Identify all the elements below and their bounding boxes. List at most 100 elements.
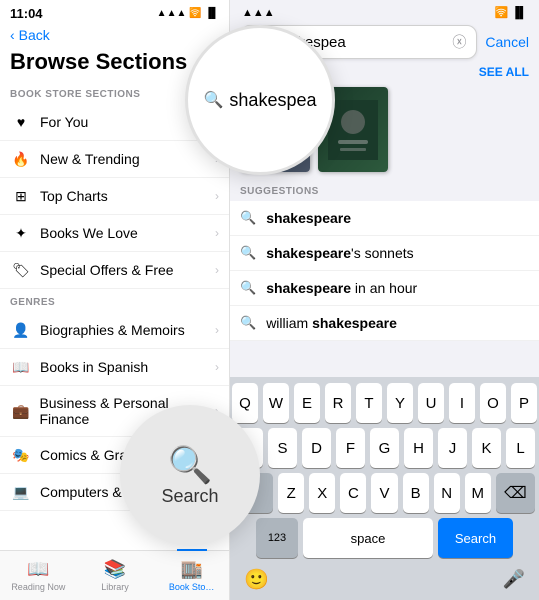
back-label: Back	[19, 27, 50, 43]
menu-item-books-we-love[interactable]: ✦ Books We Love ›	[0, 215, 229, 252]
key-z[interactable]: Z	[278, 473, 304, 513]
library-icon: 📚	[104, 559, 126, 580]
menu-item-top-charts[interactable]: ⊞ Top Charts ›	[0, 178, 229, 215]
chevron-left-icon: ‹	[10, 27, 15, 43]
key-y[interactable]: Y	[387, 383, 413, 423]
chevron-right-icon: ›	[215, 360, 219, 374]
signal-right-icon: ▲▲▲	[242, 7, 275, 19]
tab-library[interactable]: 📚 Library	[77, 559, 154, 592]
suggestion-text-4: william shakespeare	[266, 315, 397, 331]
tab-bar: 📖 Reading Now 📚 Library 🏬 Book Sto…	[0, 550, 230, 600]
book-icon: 📖	[12, 358, 30, 376]
key-i[interactable]: I	[449, 383, 475, 423]
search-circle[interactable]: 🔍 Search	[120, 405, 260, 545]
key-f[interactable]: F	[336, 428, 365, 468]
menu-item-biographies[interactable]: 👤 Biographies & Memoirs ›	[0, 312, 229, 349]
person-icon: 👤	[12, 321, 30, 339]
clear-button[interactable]: ⓧ	[452, 32, 466, 52]
fire-icon: 🔥	[12, 150, 30, 168]
key-g[interactable]: G	[370, 428, 399, 468]
chevron-right-icon: ›	[215, 323, 219, 337]
key-u[interactable]: U	[418, 383, 444, 423]
emoji-button[interactable]: 🙂	[244, 567, 269, 592]
battery-icon: ▐▌	[205, 8, 219, 19]
keyboard-row-2: A S D F G H J K L	[234, 428, 535, 468]
menu-item-special-offers[interactable]: 🏷 Special Offers & Free ›	[0, 252, 229, 289]
keyboard: Q W E R T Y U I O P A S D F G H J K L ⇧ …	[230, 377, 539, 600]
keyboard-row-4: 123 space Search	[234, 518, 535, 558]
key-k[interactable]: K	[472, 428, 501, 468]
key-n[interactable]: N	[434, 473, 460, 513]
status-time: 11:04	[10, 6, 43, 21]
suggestion-text-1: shakespeare	[266, 210, 351, 226]
key-b[interactable]: B	[403, 473, 429, 513]
key-t[interactable]: T	[356, 383, 382, 423]
cancel-button[interactable]: Cancel	[485, 34, 529, 50]
heart-icon: ♥	[12, 113, 30, 131]
computer-icon: 💻	[12, 483, 30, 501]
search-suggestion-icon: 🔍	[240, 280, 256, 296]
keyboard-bottom-bar: 🙂 🎤	[234, 563, 535, 596]
key-e[interactable]: E	[294, 383, 320, 423]
see-all-button[interactable]: SEE ALL	[479, 65, 529, 79]
suggestion-item-2[interactable]: 🔍 shakespeare's sonnets	[230, 236, 539, 271]
circle-search-label: Search	[161, 486, 218, 507]
menu-label-special-offers: Special Offers & Free	[40, 262, 174, 278]
key-j[interactable]: J	[438, 428, 467, 468]
key-w[interactable]: W	[263, 383, 289, 423]
magnifier-text: shakespea	[229, 90, 316, 111]
key-p[interactable]: P	[511, 383, 537, 423]
search-suggestion-icon: 🔍	[240, 245, 256, 261]
wifi-right-icon: 🛜	[495, 6, 509, 19]
tab-reading-now-label: Reading Now	[11, 582, 65, 592]
suggestion-text-3: shakespeare in an hour	[266, 280, 417, 296]
key-s[interactable]: S	[268, 428, 297, 468]
wifi-icon: 🛜	[189, 8, 201, 19]
signal-icon: ▲▲▲	[157, 8, 187, 19]
search-suggestion-icon: 🔍	[240, 210, 256, 226]
genres-header: GENRES	[0, 289, 229, 312]
menu-item-books-spanish[interactable]: 📖 Books in Spanish ›	[0, 349, 229, 386]
menu-label-for-you: For You	[40, 114, 88, 130]
chart-icon: ⊞	[12, 187, 30, 205]
briefcase-icon: 💼	[12, 402, 29, 420]
keyboard-row-1: Q W E R T Y U I O P	[234, 383, 535, 423]
magnifier-circle: 🔍 shakespea	[185, 25, 335, 175]
chevron-right-icon: ›	[215, 263, 219, 277]
delete-key[interactable]: ⌫	[496, 473, 535, 513]
key-o[interactable]: O	[480, 383, 506, 423]
suggestion-text-2: shakespeare's sonnets	[266, 245, 413, 261]
status-icons: ▲▲▲ 🛜 ▐▌	[157, 8, 219, 19]
tab-reading-now[interactable]: 📖 Reading Now	[0, 559, 77, 592]
space-key[interactable]: space	[303, 518, 433, 558]
menu-label-biographies: Biographies & Memoirs	[40, 322, 185, 338]
menu-item-new-trending[interactable]: 🔥 New & Trending ›	[0, 141, 229, 178]
key-h[interactable]: H	[404, 428, 433, 468]
key-x[interactable]: X	[309, 473, 335, 513]
suggestion-item-4[interactable]: 🔍 william shakespeare	[230, 306, 539, 341]
suggestion-item-3[interactable]: 🔍 shakespeare in an hour	[230, 271, 539, 306]
key-r[interactable]: R	[325, 383, 351, 423]
chevron-right-icon: ›	[215, 226, 219, 240]
back-button[interactable]: ‹ Back	[0, 23, 229, 47]
tab-book-store[interactable]: 🏬 Book Sto…	[153, 559, 230, 592]
tag-icon: 🏷	[12, 261, 30, 279]
masks-icon: 🎭	[12, 446, 30, 464]
num-key[interactable]: 123	[256, 518, 298, 558]
search-suggestion-icon: 🔍	[240, 315, 256, 331]
microphone-button[interactable]: 🎤	[503, 569, 525, 590]
key-v[interactable]: V	[371, 473, 397, 513]
circle-search-icon: 🔍	[168, 444, 213, 486]
key-d[interactable]: D	[302, 428, 331, 468]
suggestion-item-1[interactable]: 🔍 shakespeare	[230, 201, 539, 236]
search-key[interactable]: Search	[438, 518, 513, 558]
key-m[interactable]: M	[465, 473, 491, 513]
key-q[interactable]: Q	[232, 383, 258, 423]
suggestions-header: SUGGESTIONS	[230, 178, 539, 201]
menu-label-new-trending: New & Trending	[40, 151, 140, 167]
tab-library-label: Library	[101, 582, 129, 592]
key-c[interactable]: C	[340, 473, 366, 513]
star-icon: ✦	[12, 224, 30, 242]
menu-label-books-we-love: Books We Love	[40, 225, 138, 241]
key-l[interactable]: L	[506, 428, 535, 468]
